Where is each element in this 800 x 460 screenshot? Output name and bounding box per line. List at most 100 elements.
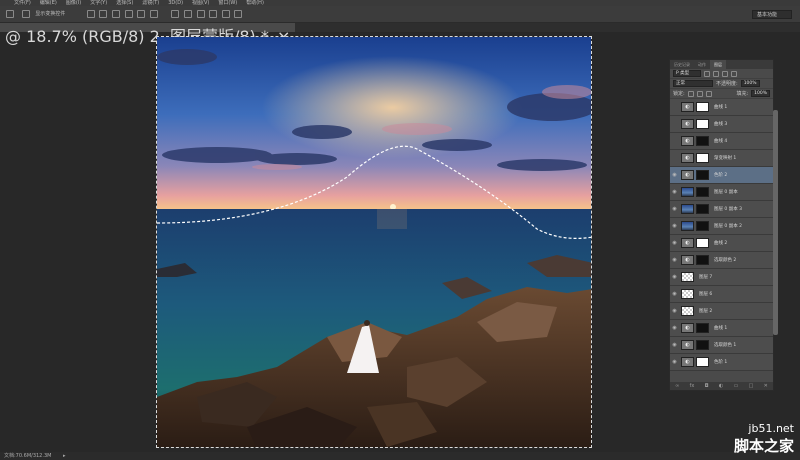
visibility-eye-icon[interactable]: ◉ xyxy=(670,291,679,297)
move-tool-icon[interactable] xyxy=(6,9,14,18)
document-canvas[interactable] xyxy=(156,36,592,448)
distribute-left-icon[interactable] xyxy=(209,9,218,18)
layer-name: 选取颜色 2 xyxy=(714,258,737,263)
visibility-eye-icon[interactable]: ◉ xyxy=(670,308,679,314)
layer-thumbnail xyxy=(681,221,694,231)
layer-mask-thumbnail[interactable] xyxy=(696,255,709,265)
filter-pixel-icon[interactable] xyxy=(704,70,710,77)
opacity-input[interactable]: 100% xyxy=(740,80,760,87)
add-mask-icon[interactable]: ◘ xyxy=(705,382,709,390)
visibility-eye-icon[interactable]: ◉ xyxy=(670,240,679,246)
beach-photo xyxy=(157,37,591,447)
layer-row[interactable]: ◉ ◐ 选取颜色 2 xyxy=(670,252,773,269)
layer-row[interactable]: ◐ 曲线 1 xyxy=(670,99,773,116)
visibility-eye-icon[interactable]: ◉ xyxy=(670,257,679,263)
align-top-icon[interactable] xyxy=(124,9,133,18)
layer-name: 色阶 1 xyxy=(714,360,728,365)
layers-panel: 历史记录 动作 图层 P 类型 正常 不透明度: 100% 锁定: 填充: 10… xyxy=(669,59,774,391)
visibility-eye-icon[interactable]: ◉ xyxy=(670,274,679,280)
adjustment-layer-icon: ◐ xyxy=(681,323,694,333)
options-bar: 显示变换控件 基本功能 xyxy=(0,6,800,23)
adjustment-layer-icon: ◐ xyxy=(681,238,694,248)
workspace-select[interactable]: 基本功能 xyxy=(751,10,792,19)
link-layers-icon[interactable]: ∞ xyxy=(675,382,679,390)
layer-mask-thumbnail[interactable] xyxy=(696,340,709,350)
blend-mode-select[interactable]: 正常 xyxy=(673,80,713,87)
layer-row[interactable]: ◉ 图层 0 副本 xyxy=(670,184,773,201)
filter-adjustment-icon[interactable] xyxy=(713,70,719,77)
align-right-icon[interactable] xyxy=(111,9,120,18)
layer-mask-thumbnail[interactable] xyxy=(696,221,709,231)
layer-name: 选取颜色 1 xyxy=(714,343,737,348)
visibility-eye-icon[interactable]: ◉ xyxy=(670,342,679,348)
tab-actions[interactable]: 动作 xyxy=(694,60,710,69)
fill-input[interactable]: 100% xyxy=(751,90,770,97)
layer-name: 色阶 2 xyxy=(714,173,728,178)
layer-row[interactable]: ◐ 曲线 4 xyxy=(670,133,773,150)
fill-label: 填充: xyxy=(736,91,749,97)
layer-row[interactable]: ◉ ◐ 曲线 1 xyxy=(670,320,773,337)
layer-row[interactable]: ◉ ◐ 曲线 2 xyxy=(670,235,773,252)
layer-row[interactable]: ◉ 图层 2 xyxy=(670,303,773,320)
tab-history[interactable]: 历史记录 xyxy=(670,60,694,69)
layer-mask-thumbnail[interactable] xyxy=(696,102,709,112)
layer-mask-thumbnail[interactable] xyxy=(696,323,709,333)
distribute-middle-icon[interactable] xyxy=(183,9,192,18)
layer-row[interactable]: ◉ ◐ 选取颜色 1 xyxy=(670,337,773,354)
filter-type-icon[interactable] xyxy=(722,70,728,77)
distribute-top-icon[interactable] xyxy=(171,9,180,18)
layer-row[interactable]: ◉ ◐ 色阶 1 xyxy=(670,354,773,371)
visibility-eye-icon[interactable]: ◉ xyxy=(670,223,679,229)
layer-mask-thumbnail[interactable] xyxy=(696,204,709,214)
adjustment-layer-icon: ◐ xyxy=(681,119,694,129)
layer-mask-thumbnail[interactable] xyxy=(696,153,709,163)
new-layer-icon[interactable]: □ xyxy=(749,382,754,390)
lock-all-icon[interactable] xyxy=(705,90,712,97)
adjustment-layer-icon: ◐ xyxy=(681,340,694,350)
layer-row[interactable]: ◐ 曲线 3 xyxy=(670,116,773,133)
align-bottom-icon[interactable] xyxy=(149,9,158,18)
layer-row[interactable]: ◉ 图层 0 副本 3 xyxy=(670,201,773,218)
layer-mask-thumbnail[interactable] xyxy=(696,170,709,180)
kind-filter-select[interactable]: P 类型 xyxy=(673,70,701,77)
layer-mask-thumbnail[interactable] xyxy=(696,187,709,197)
layer-mask-thumbnail[interactable] xyxy=(696,357,709,367)
align-center-icon[interactable] xyxy=(99,9,108,18)
document-tab[interactable]: @ 18.7% (RGB/8) 2, 图层蒙版/8) * × xyxy=(0,23,296,46)
align-middle-icon[interactable] xyxy=(137,9,146,18)
auto-select-checkbox[interactable] xyxy=(21,9,30,18)
visibility-eye-icon[interactable]: ◉ xyxy=(670,359,679,365)
adjustment-layer-icon: ◐ xyxy=(681,153,694,163)
new-group-icon[interactable]: ▭ xyxy=(734,382,739,390)
lock-pixels-icon[interactable] xyxy=(687,90,694,97)
layer-mask-thumbnail[interactable] xyxy=(696,136,709,146)
layer-name: 渐变映射 1 xyxy=(714,156,737,161)
tab-layers[interactable]: 图层 xyxy=(710,60,726,69)
visibility-eye-icon[interactable]: ◉ xyxy=(670,206,679,212)
layer-row[interactable]: ◉ ◐ 色阶 2 xyxy=(670,167,773,184)
distribute-hcenter-icon[interactable] xyxy=(221,9,230,18)
distribute-right-icon[interactable] xyxy=(234,9,243,18)
status-arrow-icon[interactable]: ▸ xyxy=(63,453,66,459)
visibility-eye-icon[interactable]: ◉ xyxy=(670,189,679,195)
delete-layer-icon[interactable]: ✕ xyxy=(764,382,768,390)
distribute-bottom-icon[interactable] xyxy=(196,9,205,18)
layer-row[interactable]: ◉ 图层 0 副本 2 xyxy=(670,218,773,235)
layer-row[interactable]: ◉ 图层 6 xyxy=(670,286,773,303)
layer-row[interactable]: ◉ 图层 7 xyxy=(670,269,773,286)
layer-mask-thumbnail[interactable] xyxy=(696,119,709,129)
lock-position-icon[interactable] xyxy=(696,90,703,97)
visibility-eye-icon[interactable]: ◉ xyxy=(670,172,679,178)
new-adjustment-icon[interactable]: ◐ xyxy=(719,382,723,390)
show-transform-label: 显示变换控件 xyxy=(35,11,66,17)
layer-name: 曲线 3 xyxy=(714,122,728,127)
filter-shape-icon[interactable] xyxy=(731,70,737,77)
layer-name: 图层 2 xyxy=(699,309,713,314)
layer-row[interactable]: ◐ 渐变映射 1 xyxy=(670,150,773,167)
layer-mask-thumbnail[interactable] xyxy=(696,238,709,248)
panel-scrollbar[interactable] xyxy=(773,110,778,335)
align-left-icon[interactable] xyxy=(86,9,95,18)
layer-name: 图层 7 xyxy=(699,275,713,280)
layer-style-icon[interactable]: fx xyxy=(690,382,695,390)
visibility-eye-icon[interactable]: ◉ xyxy=(670,325,679,331)
